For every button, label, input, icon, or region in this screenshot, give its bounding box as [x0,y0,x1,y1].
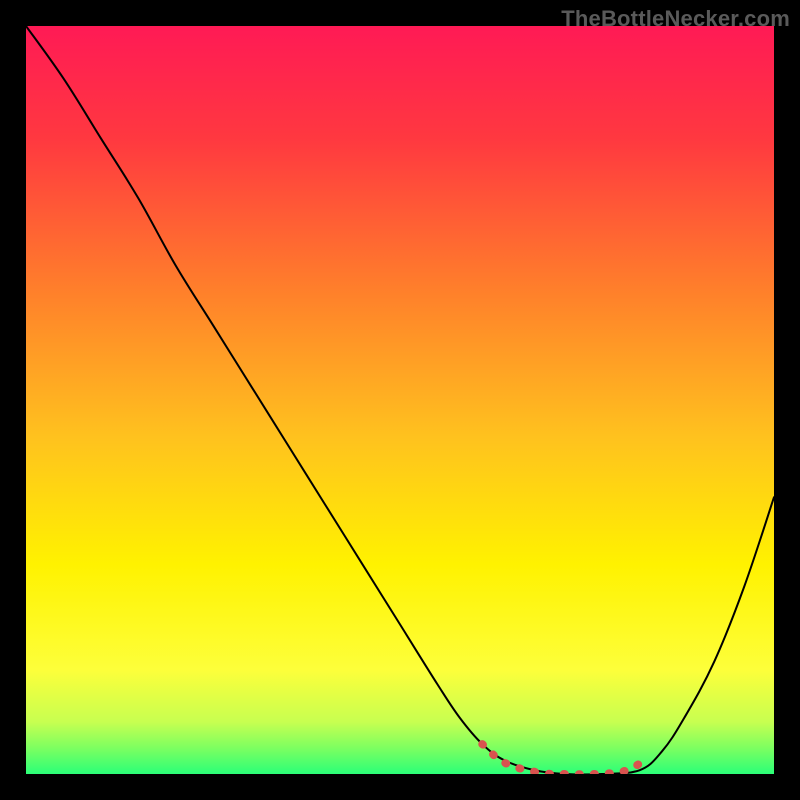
chart-frame: TheBottleNecker.com [0,0,800,800]
chart-svg [26,26,774,774]
chart-plot-area [26,26,774,774]
heatmap-background [26,26,774,774]
